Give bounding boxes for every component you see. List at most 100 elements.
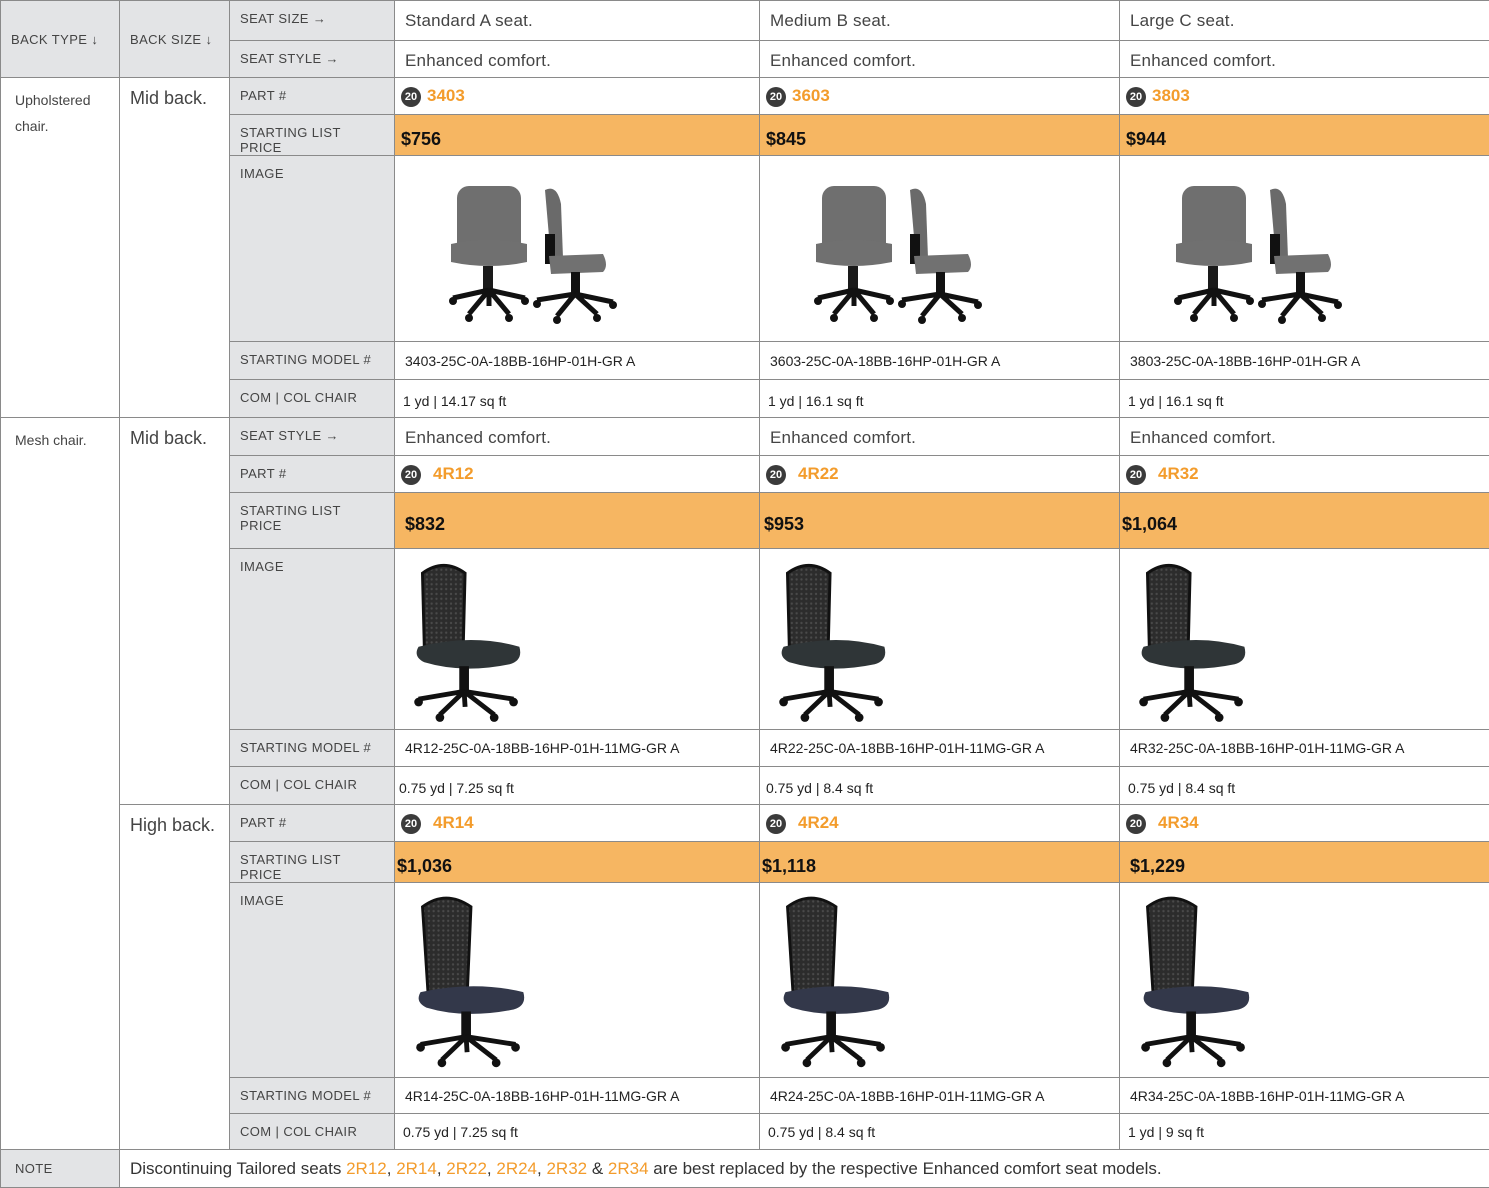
part-code: 3803 xyxy=(1152,86,1190,105)
chair-image xyxy=(760,156,1120,342)
back-size-mesh-mid: Mid back. xyxy=(120,418,230,805)
seat-style-value: Enhanced comfort. xyxy=(395,418,760,456)
price-value: $953 xyxy=(760,493,1120,549)
part-number: 204R24 xyxy=(760,805,1120,842)
back-size-mesh-high: High back. xyxy=(120,805,230,1150)
part-code: 4R14 xyxy=(433,813,474,832)
image-label: IMAGE xyxy=(230,549,395,730)
badge-20-icon: 20 xyxy=(766,87,786,107)
seat-style-b: Enhanced comfort. xyxy=(760,41,1120,78)
part-number: 203403 xyxy=(395,78,760,115)
model-number: 4R14-25C-0A-18BB-16HP-01H-11MG-GR A xyxy=(395,1078,760,1114)
mesh-mid-back-chair-icon xyxy=(770,557,896,723)
part-code: 3603 xyxy=(792,86,830,105)
image-label: IMAGE xyxy=(230,883,395,1078)
model-number: 4R24-25C-0A-18BB-16HP-01H-11MG-GR A xyxy=(760,1078,1120,1114)
seat-style-label: SEAT STYLE → xyxy=(230,41,395,78)
seat-style-value: Enhanced comfort. xyxy=(760,418,1120,456)
part-number: 20 3803 xyxy=(1120,78,1489,115)
discontinued-code: 2R34 xyxy=(608,1159,649,1178)
price-label: STARTING LIST PRICE xyxy=(230,493,395,549)
badge-20-icon: 20 xyxy=(766,465,786,485)
chair-image xyxy=(395,156,760,342)
chair-spec-table: BACK TYPE ↓ BACK SIZE ↓ SEAT SIZE → Stan… xyxy=(0,0,1489,1188)
price-value: $1,064 xyxy=(1120,493,1489,549)
com-label: COM | COL CHAIR xyxy=(230,767,395,805)
price-value: $832 xyxy=(395,493,760,549)
seat-style-c: Enhanced comfort. xyxy=(1120,41,1489,78)
model-label: STARTING MODEL # xyxy=(230,1078,395,1114)
mesh-high-back-chair-icon xyxy=(772,889,898,1069)
price-value: $944 xyxy=(1120,115,1489,156)
seat-size-b: Medium B seat. xyxy=(760,1,1120,41)
com-value: 0.75 yd | 7.25 sq ft xyxy=(395,767,760,805)
part-number: 20 3603 xyxy=(760,78,1120,115)
note-text: Discontinuing Tailored seats 2R12, 2R14,… xyxy=(120,1150,1489,1188)
seat-style-a: Enhanced comfort. xyxy=(395,41,760,78)
seat-size-a: Standard A seat. xyxy=(395,1,760,41)
chair-image xyxy=(395,883,760,1078)
price-value: $1,118 xyxy=(760,842,1120,883)
com-value: 1 yd | 9 sq ft xyxy=(1120,1114,1489,1150)
seat-style-value: Enhanced comfort. xyxy=(1120,418,1489,456)
upholstered-chair-pair-icon xyxy=(782,174,982,334)
upholstered-chair-pair-icon xyxy=(1142,174,1342,334)
model-number: 3803-25C-0A-18BB-16HP-01H-GR A xyxy=(1120,342,1489,380)
back-size-header: BACK SIZE ↓ xyxy=(120,1,230,78)
price-value: $756 xyxy=(395,115,760,156)
chair-image xyxy=(1120,549,1489,730)
price-value: $1,229 xyxy=(1120,842,1489,883)
badge-20-icon: 20 xyxy=(1126,87,1146,107)
back-type-mesh: Mesh chair. xyxy=(1,418,120,1150)
seat-style-label: SEAT STYLE → xyxy=(230,418,395,456)
model-number: 3403-25C-0A-18BB-16HP-01H-GR A xyxy=(395,342,760,380)
image-label: IMAGE xyxy=(230,156,395,342)
discontinued-code: 2R22 xyxy=(446,1159,487,1178)
discontinued-code: 2R32 xyxy=(546,1159,587,1178)
com-value: 0.75 yd | 7.25 sq ft xyxy=(395,1114,760,1150)
part-code: 4R34 xyxy=(1158,813,1199,832)
com-label: COM | COL CHAIR xyxy=(230,380,395,418)
chair-image xyxy=(1120,883,1489,1078)
seat-size-label: SEAT SIZE → xyxy=(230,1,395,41)
part-label: PART # xyxy=(230,78,395,115)
price-value: $1,036 xyxy=(395,842,760,883)
com-value: 0.75 yd | 8.4 sq ft xyxy=(760,767,1120,805)
com-value: 1 yd | 16.1 sq ft xyxy=(760,380,1120,418)
com-value: 1 yd | 16.1 sq ft xyxy=(1120,380,1489,418)
model-label: STARTING MODEL # xyxy=(230,730,395,767)
part-code: 4R32 xyxy=(1158,464,1199,483)
badge-20-icon: 20 xyxy=(401,87,421,107)
part-code: 4R24 xyxy=(798,813,839,832)
part-number: 204R14 xyxy=(395,805,760,842)
chair-image xyxy=(1120,156,1489,342)
badge-20-icon: 20 xyxy=(1126,814,1146,834)
com-value: 0.75 yd | 8.4 sq ft xyxy=(760,1114,1120,1150)
part-code: 4R12 xyxy=(433,464,474,483)
part-number: 20 4R34 xyxy=(1120,805,1489,842)
note-label: NOTE xyxy=(1,1150,120,1188)
upholstered-chair-pair-icon xyxy=(417,174,617,334)
model-number: 4R32-25C-0A-18BB-16HP-01H-11MG-GR A xyxy=(1120,730,1489,767)
mesh-high-back-chair-icon xyxy=(407,889,533,1069)
part-number: 204R32 xyxy=(1120,456,1489,493)
price-value: $845 xyxy=(760,115,1120,156)
back-size-upholstered-mid: Mid back. xyxy=(120,78,230,418)
part-number: 20 4R22 xyxy=(760,456,1120,493)
model-number: 3603-25C-0A-18BB-16HP-01H-GR A xyxy=(760,342,1120,380)
model-number: 4R34-25C-0A-18BB-16HP-01H-11MG-GR A xyxy=(1120,1078,1489,1114)
price-label: STARTING LIST PRICE xyxy=(230,115,395,156)
badge-20-icon: 20 xyxy=(401,465,421,485)
back-type-header: BACK TYPE ↓ xyxy=(1,1,120,78)
mesh-mid-back-chair-icon xyxy=(1130,557,1256,723)
discontinued-code: 2R12 xyxy=(346,1159,387,1178)
price-label: STARTING LIST PRICE xyxy=(230,842,395,883)
part-code: 4R22 xyxy=(798,464,839,483)
com-value: 1 yd | 14.17 sq ft xyxy=(395,380,760,418)
part-number: 20 4R12 xyxy=(395,456,760,493)
back-type-upholstered: Upholstered chair. xyxy=(1,78,120,418)
chair-image xyxy=(760,549,1120,730)
com-value: 0.75 yd | 8.4 sq ft xyxy=(1120,767,1489,805)
seat-size-c: Large C seat. xyxy=(1120,1,1489,41)
com-label: COM | COL CHAIR xyxy=(230,1114,395,1150)
